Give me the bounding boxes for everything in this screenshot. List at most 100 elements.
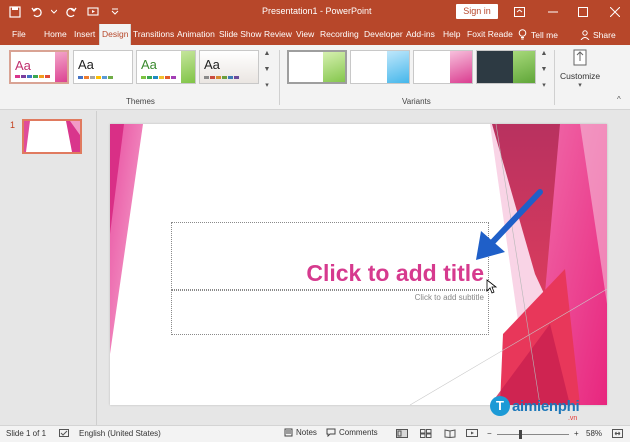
chevron-down-icon: ▾ — [578, 82, 582, 89]
tab-review[interactable]: Review — [264, 24, 292, 45]
comment-icon — [326, 428, 336, 437]
scroll-up-icon[interactable]: ▲ — [264, 50, 271, 57]
watermark-logo: T aimienphi .vn — [490, 396, 580, 422]
group-separator — [554, 50, 555, 105]
slide-size-icon — [573, 49, 587, 66]
comments-button[interactable]: Comments — [326, 428, 378, 437]
window-title: Presentation1 - PowerPoint — [262, 6, 372, 16]
zoom-slider-thumb[interactable] — [519, 430, 522, 439]
notes-button[interactable]: Notes — [284, 428, 317, 437]
save-icon[interactable] — [6, 3, 24, 21]
gallery-more-icon[interactable]: ▾ — [265, 81, 269, 89]
watermark-name: aimienphi — [512, 397, 580, 415]
gallery-more-icon[interactable]: ▾ — [542, 81, 546, 89]
tab-insert[interactable]: Insert — [74, 24, 95, 45]
comments-label: Comments — [339, 428, 378, 437]
theme-color-swatches — [204, 76, 239, 79]
status-bar: Slide 1 of 1 English (United States) Not… — [0, 425, 630, 442]
tab-file[interactable]: File — [12, 24, 26, 45]
maximize-icon[interactable] — [568, 0, 598, 24]
tell-me-label: Tell me — [531, 29, 558, 40]
zoom-level[interactable]: 58% — [586, 429, 602, 438]
tab-recording[interactable]: Recording — [320, 24, 359, 45]
themes-group-label: Themes — [126, 97, 155, 106]
watermark-logo-letter: T — [490, 396, 510, 416]
tab-view[interactable]: View — [296, 24, 314, 45]
customize-button[interactable]: Customize ▾ — [560, 47, 600, 95]
theme-facet[interactable]: Aa — [9, 50, 69, 84]
slide-thumbnail[interactable] — [22, 119, 82, 154]
variant-4[interactable] — [476, 50, 536, 84]
fit-to-window-icon[interactable] — [612, 429, 623, 440]
normal-view-icon[interactable] — [396, 429, 408, 440]
slide-number: 1 — [10, 120, 16, 130]
slide-show-icon[interactable] — [466, 429, 478, 440]
spell-check-icon[interactable] — [59, 429, 69, 440]
notes-label: Notes — [296, 428, 317, 437]
tab-home[interactable]: Home — [44, 24, 67, 45]
theme-sample-text: Aa — [141, 57, 157, 72]
language-status[interactable]: English (United States) — [79, 429, 161, 438]
subtitle-placeholder-text: Click to add subtitle — [414, 293, 484, 302]
zoom-out-icon[interactable]: − — [487, 429, 492, 438]
undo-icon[interactable] — [28, 3, 46, 21]
tab-developer[interactable]: Developer — [364, 24, 403, 45]
variant-1[interactable] — [287, 50, 347, 84]
ribbon-display-options-icon[interactable] — [504, 0, 534, 24]
variants-gallery-scroll[interactable]: ▲ ▼ ▾ — [539, 50, 549, 89]
theme-gray[interactable]: Aa — [199, 50, 259, 84]
title-bar: Presentation1 - PowerPoint Sign in — [0, 0, 630, 24]
tab-slide-show[interactable]: Slide Show — [219, 24, 262, 45]
share-button[interactable]: Share — [580, 24, 616, 45]
theme-green[interactable]: Aa — [136, 50, 196, 84]
tab-design[interactable]: Design — [99, 24, 132, 45]
subtitle-placeholder[interactable]: Click to add subtitle — [171, 290, 489, 335]
watermark-suffix: .vn — [567, 415, 578, 422]
quick-access-toolbar — [6, 3, 124, 21]
variant-3[interactable] — [413, 50, 473, 84]
person-icon — [580, 29, 590, 40]
theme-color-swatches — [78, 76, 113, 79]
slide-count: Slide 1 of 1 — [6, 429, 47, 438]
tab-transitions[interactable]: Transitions — [133, 24, 174, 45]
reading-view-icon[interactable] — [444, 429, 456, 440]
tab-animation[interactable]: Animation — [177, 24, 215, 45]
theme-color-swatches — [15, 75, 50, 78]
group-separator — [279, 50, 280, 105]
tab-help[interactable]: Help — [443, 24, 460, 45]
theme-sample-text: Aa — [78, 57, 94, 72]
slide-canvas[interactable]: Click to add title Click to add subtitle — [110, 124, 607, 405]
notes-icon — [284, 428, 293, 437]
tab-foxit-reader[interactable]: Foxit Reade — [467, 24, 513, 45]
theme-sample-text: Aa — [15, 58, 31, 73]
tab-add-ins[interactable]: Add-ins — [406, 24, 435, 45]
slide-sorter-icon[interactable] — [420, 429, 432, 440]
close-icon[interactable] — [600, 0, 630, 24]
redo-icon[interactable] — [62, 3, 80, 21]
zoom-in-icon[interactable]: + — [574, 429, 579, 438]
variant-2[interactable] — [350, 50, 410, 84]
zoom-slider[interactable] — [497, 430, 569, 439]
undo-dropdown-icon[interactable] — [50, 3, 58, 21]
scroll-down-icon[interactable]: ▼ — [541, 66, 548, 73]
start-from-beginning-icon[interactable] — [84, 3, 102, 21]
customize-label: Customize — [560, 71, 601, 81]
themes-gallery-scroll[interactable]: ▲ ▼ ▾ — [262, 50, 272, 89]
theme-sample-text: Aa — [204, 57, 220, 72]
customize-qat-icon[interactable] — [106, 3, 124, 21]
share-label: Share — [593, 29, 616, 40]
scroll-down-icon[interactable]: ▼ — [264, 66, 271, 73]
variants-group-label: Variants — [402, 97, 431, 106]
title-placeholder[interactable]: Click to add title — [171, 222, 489, 290]
collapse-ribbon-icon[interactable]: ^ — [617, 95, 621, 104]
theme-color-swatches — [141, 76, 176, 79]
theme-office[interactable]: Aa — [73, 50, 133, 84]
move-cursor-icon — [486, 279, 498, 294]
ribbon-design: Aa Aa Aa Aa ▲ ▼ ▾ Themes ▲ ▼ ▾ Variants — [0, 45, 630, 110]
minimize-icon[interactable] — [538, 0, 568, 24]
lightbulb-icon — [518, 29, 527, 40]
sign-in-button[interactable]: Sign in — [456, 4, 498, 19]
scroll-up-icon[interactable]: ▲ — [541, 50, 548, 57]
tell-me-box[interactable]: Tell me — [518, 24, 558, 45]
ribbon-tabs: File Home Insert Design Transitions Anim… — [0, 24, 630, 45]
